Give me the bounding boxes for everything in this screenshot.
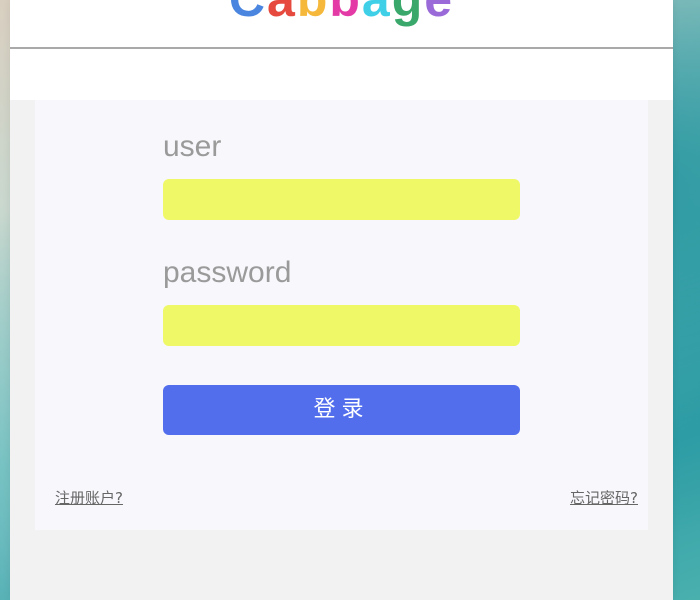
login-button[interactable]: 登录	[163, 385, 520, 435]
forgot-password-link[interactable]: 忘记密码?	[570, 487, 638, 508]
logo-letter: g	[392, 0, 425, 24]
user-input[interactable]	[163, 179, 520, 220]
logo-letter: a	[362, 0, 392, 24]
user-label: user	[163, 130, 222, 163]
logo-letter: e	[424, 0, 454, 24]
logo-letter: b	[329, 0, 362, 24]
login-form: user password 登录 注册账户? 忘记密码?	[35, 100, 648, 530]
logo-letter: a	[267, 0, 297, 24]
logo-letter: b	[297, 0, 330, 24]
register-link[interactable]: 注册账户?	[55, 487, 123, 508]
password-label: password	[163, 256, 292, 289]
logo-letter: C	[229, 0, 267, 24]
header: Cabbage	[10, 0, 673, 49]
password-input[interactable]	[163, 305, 520, 346]
login-card: Cabbage user password 登录 注册账户? 忘记密码?	[10, 0, 673, 600]
app-logo: Cabbage	[10, 0, 673, 24]
header-spacer	[10, 49, 673, 100]
